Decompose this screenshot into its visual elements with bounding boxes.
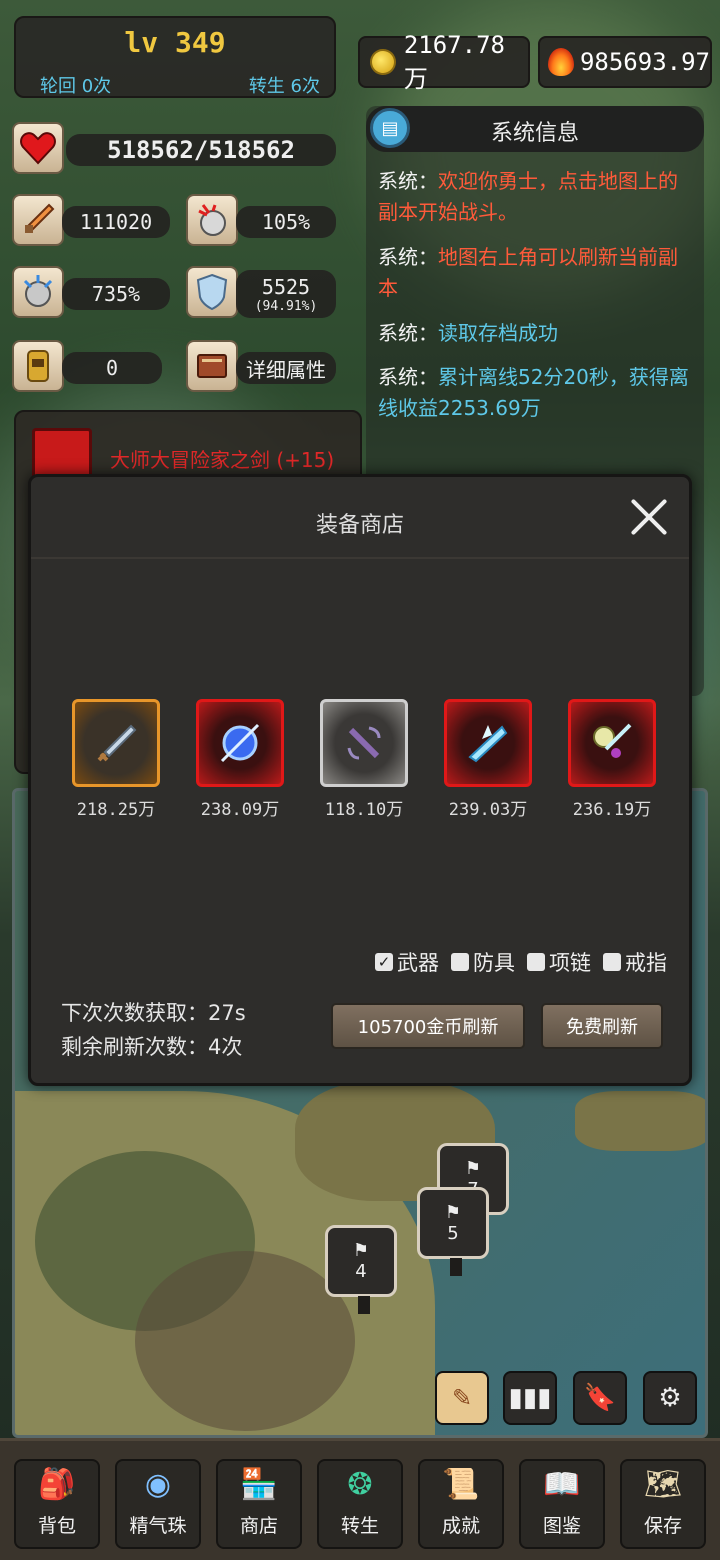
- purple-dagger-icon[interactable]: [320, 699, 408, 787]
- equipped-weapon-name: 大师大冒险家之剑 (+15): [110, 448, 335, 472]
- gold-amount: 2167.78万: [403, 30, 505, 93]
- attack-value: 111020: [62, 206, 170, 238]
- system-message: 系统：地图右上角可以刷新当前副本: [378, 245, 678, 300]
- checkbox-icon[interactable]: [451, 953, 469, 971]
- crit-damage-icon: [12, 266, 64, 318]
- gold-coin-icon: [370, 49, 396, 75]
- shop-item[interactable]: 218.25万: [71, 699, 161, 820]
- system-info-title: 系统信息: [490, 121, 579, 146]
- filter-weapon[interactable]: ✓ 武器: [375, 947, 439, 977]
- ice-crossbow-icon[interactable]: [444, 699, 532, 787]
- defense-value: 5525: [261, 274, 311, 299]
- rebirth-icon: ❂: [347, 1467, 373, 1502]
- shop-item[interactable]: 118.10万: [319, 699, 409, 820]
- filter-armor[interactable]: 防具: [451, 947, 515, 977]
- achievement-icon: 📜: [442, 1467, 480, 1502]
- shop-icon: 🏪: [240, 1467, 278, 1502]
- quest-scroll-button[interactable]: ✎: [435, 1371, 489, 1425]
- filter-ring[interactable]: 戒指: [603, 947, 667, 977]
- item-price: 238.09万: [200, 800, 280, 820]
- shop-item[interactable]: 239.03万: [443, 699, 533, 820]
- item-price: 218.25万: [76, 800, 156, 820]
- blue-orb-bow-icon[interactable]: [196, 699, 284, 787]
- shield-icon: [186, 266, 238, 318]
- save-icon: 🗺: [643, 1467, 683, 1502]
- orb-icon: ◉: [144, 1467, 172, 1502]
- shop-item[interactable]: 238.09万: [195, 699, 285, 820]
- power-display: 985693.97: [538, 36, 712, 88]
- filter-necklace[interactable]: 项链: [527, 947, 591, 977]
- item-price: 239.03万: [448, 800, 528, 820]
- flag-icon: ⚑: [352, 1240, 370, 1261]
- crit-fist-icon: [186, 194, 238, 246]
- settings-button[interactable]: ⚙: [643, 1371, 697, 1425]
- divider: [31, 557, 689, 559]
- shop-filters: ✓ 武器 防具 项链 戒指: [375, 947, 667, 977]
- gold-refresh-button[interactable]: 105700金币刷新: [331, 1003, 525, 1049]
- scroll-icon: ✎: [451, 1384, 473, 1412]
- flag-icon: ⚑: [464, 1158, 482, 1179]
- detail-attributes-button[interactable]: 详细属性: [236, 352, 336, 384]
- checkbox-icon[interactable]: [527, 953, 545, 971]
- nav-codex[interactable]: 📖 图鉴: [519, 1459, 605, 1549]
- map-landmass: [575, 1091, 705, 1151]
- nav-rebirth[interactable]: ❂ 转生: [317, 1459, 403, 1549]
- map-mountains: [135, 1251, 355, 1431]
- system-message: 系统：读取存档成功: [378, 321, 558, 345]
- bookmark-icon: 🔖: [583, 1383, 617, 1413]
- player-level: lv 349: [124, 26, 226, 59]
- shop-title: 装备商店: [315, 513, 404, 538]
- hp-value: 518562/518562: [66, 134, 336, 166]
- book-icon[interactable]: [186, 340, 238, 392]
- heart-icon: [12, 122, 64, 174]
- level-panel: lv 349 轮回 0次 转生 6次: [14, 16, 336, 98]
- item-price: 236.19万: [572, 800, 652, 820]
- map-node-5[interactable]: ⚑ 5: [417, 1187, 489, 1276]
- checkbox-checked-icon[interactable]: ✓: [375, 953, 393, 971]
- crit-damage-value: 735%: [62, 278, 170, 310]
- nav-shop[interactable]: 🏪 商店: [216, 1459, 302, 1549]
- power-amount: 985693.97: [579, 48, 710, 76]
- defense-percent: (94.91%): [254, 298, 318, 314]
- bar-chart-icon: ▮▮▮: [508, 1383, 552, 1413]
- short-sword-icon[interactable]: [72, 699, 160, 787]
- other-stat-value: 0: [62, 352, 162, 384]
- item-price: 118.10万: [324, 800, 404, 820]
- backpack-icon: 🎒: [38, 1467, 76, 1502]
- stats-chart-button[interactable]: ▮▮▮: [503, 1371, 557, 1425]
- jeweled-sword-icon[interactable]: [568, 699, 656, 787]
- bottom-navigation: 🎒 背包 ◉ 精气珠 🏪 商店 ❂ 转生 📜 成就 📖 图鉴 🗺 保存: [0, 1438, 720, 1560]
- flag-icon: ⚑: [444, 1202, 462, 1223]
- defense-box: 5525 (94.91%): [236, 270, 336, 318]
- crit-value: 105%: [236, 206, 336, 238]
- bookmark-button[interactable]: 🔖: [573, 1371, 627, 1425]
- checkbox-icon[interactable]: [603, 953, 621, 971]
- rebirth-count: 转生 6次: [248, 76, 320, 97]
- golden-idol-icon: [12, 340, 64, 392]
- flame-icon: [548, 48, 574, 76]
- nav-backpack[interactable]: 🎒 背包: [14, 1459, 100, 1549]
- next-count-timer: 下次次数获取：27s: [61, 1001, 246, 1025]
- system-info-header: ▤ 系统信息: [366, 106, 704, 152]
- shop-item[interactable]: 236.19万: [567, 699, 657, 820]
- close-icon[interactable]: [627, 495, 671, 539]
- map-node-4[interactable]: ⚑ 4: [325, 1225, 397, 1314]
- free-refresh-button[interactable]: 免费刷新: [541, 1003, 663, 1049]
- nav-achievement[interactable]: 📜 成就: [418, 1459, 504, 1549]
- equipment-shop-modal: 装备商店 218.25万 238.09万 118.10万 239.03万 236…: [28, 474, 692, 1086]
- reincarnation-count: 轮回 0次: [40, 76, 112, 97]
- nav-spirit-orb[interactable]: ◉ 精气珠: [115, 1459, 201, 1549]
- system-message: 系统：欢迎你勇士，点击地图上的副本开始战斗。: [378, 169, 678, 224]
- gear-icon: ⚙: [658, 1383, 682, 1413]
- gold-display: 2167.78万: [358, 31, 530, 93]
- codex-icon: 📖: [543, 1467, 581, 1502]
- nav-save[interactable]: 🗺 保存: [620, 1459, 706, 1549]
- remaining-refresh-count: 剩余刷新次数：4次: [61, 1035, 243, 1059]
- system-message: 系统：累计离线52分20秒，获得离线收益2253.69万: [378, 365, 689, 420]
- sword-attack-icon: [12, 194, 64, 246]
